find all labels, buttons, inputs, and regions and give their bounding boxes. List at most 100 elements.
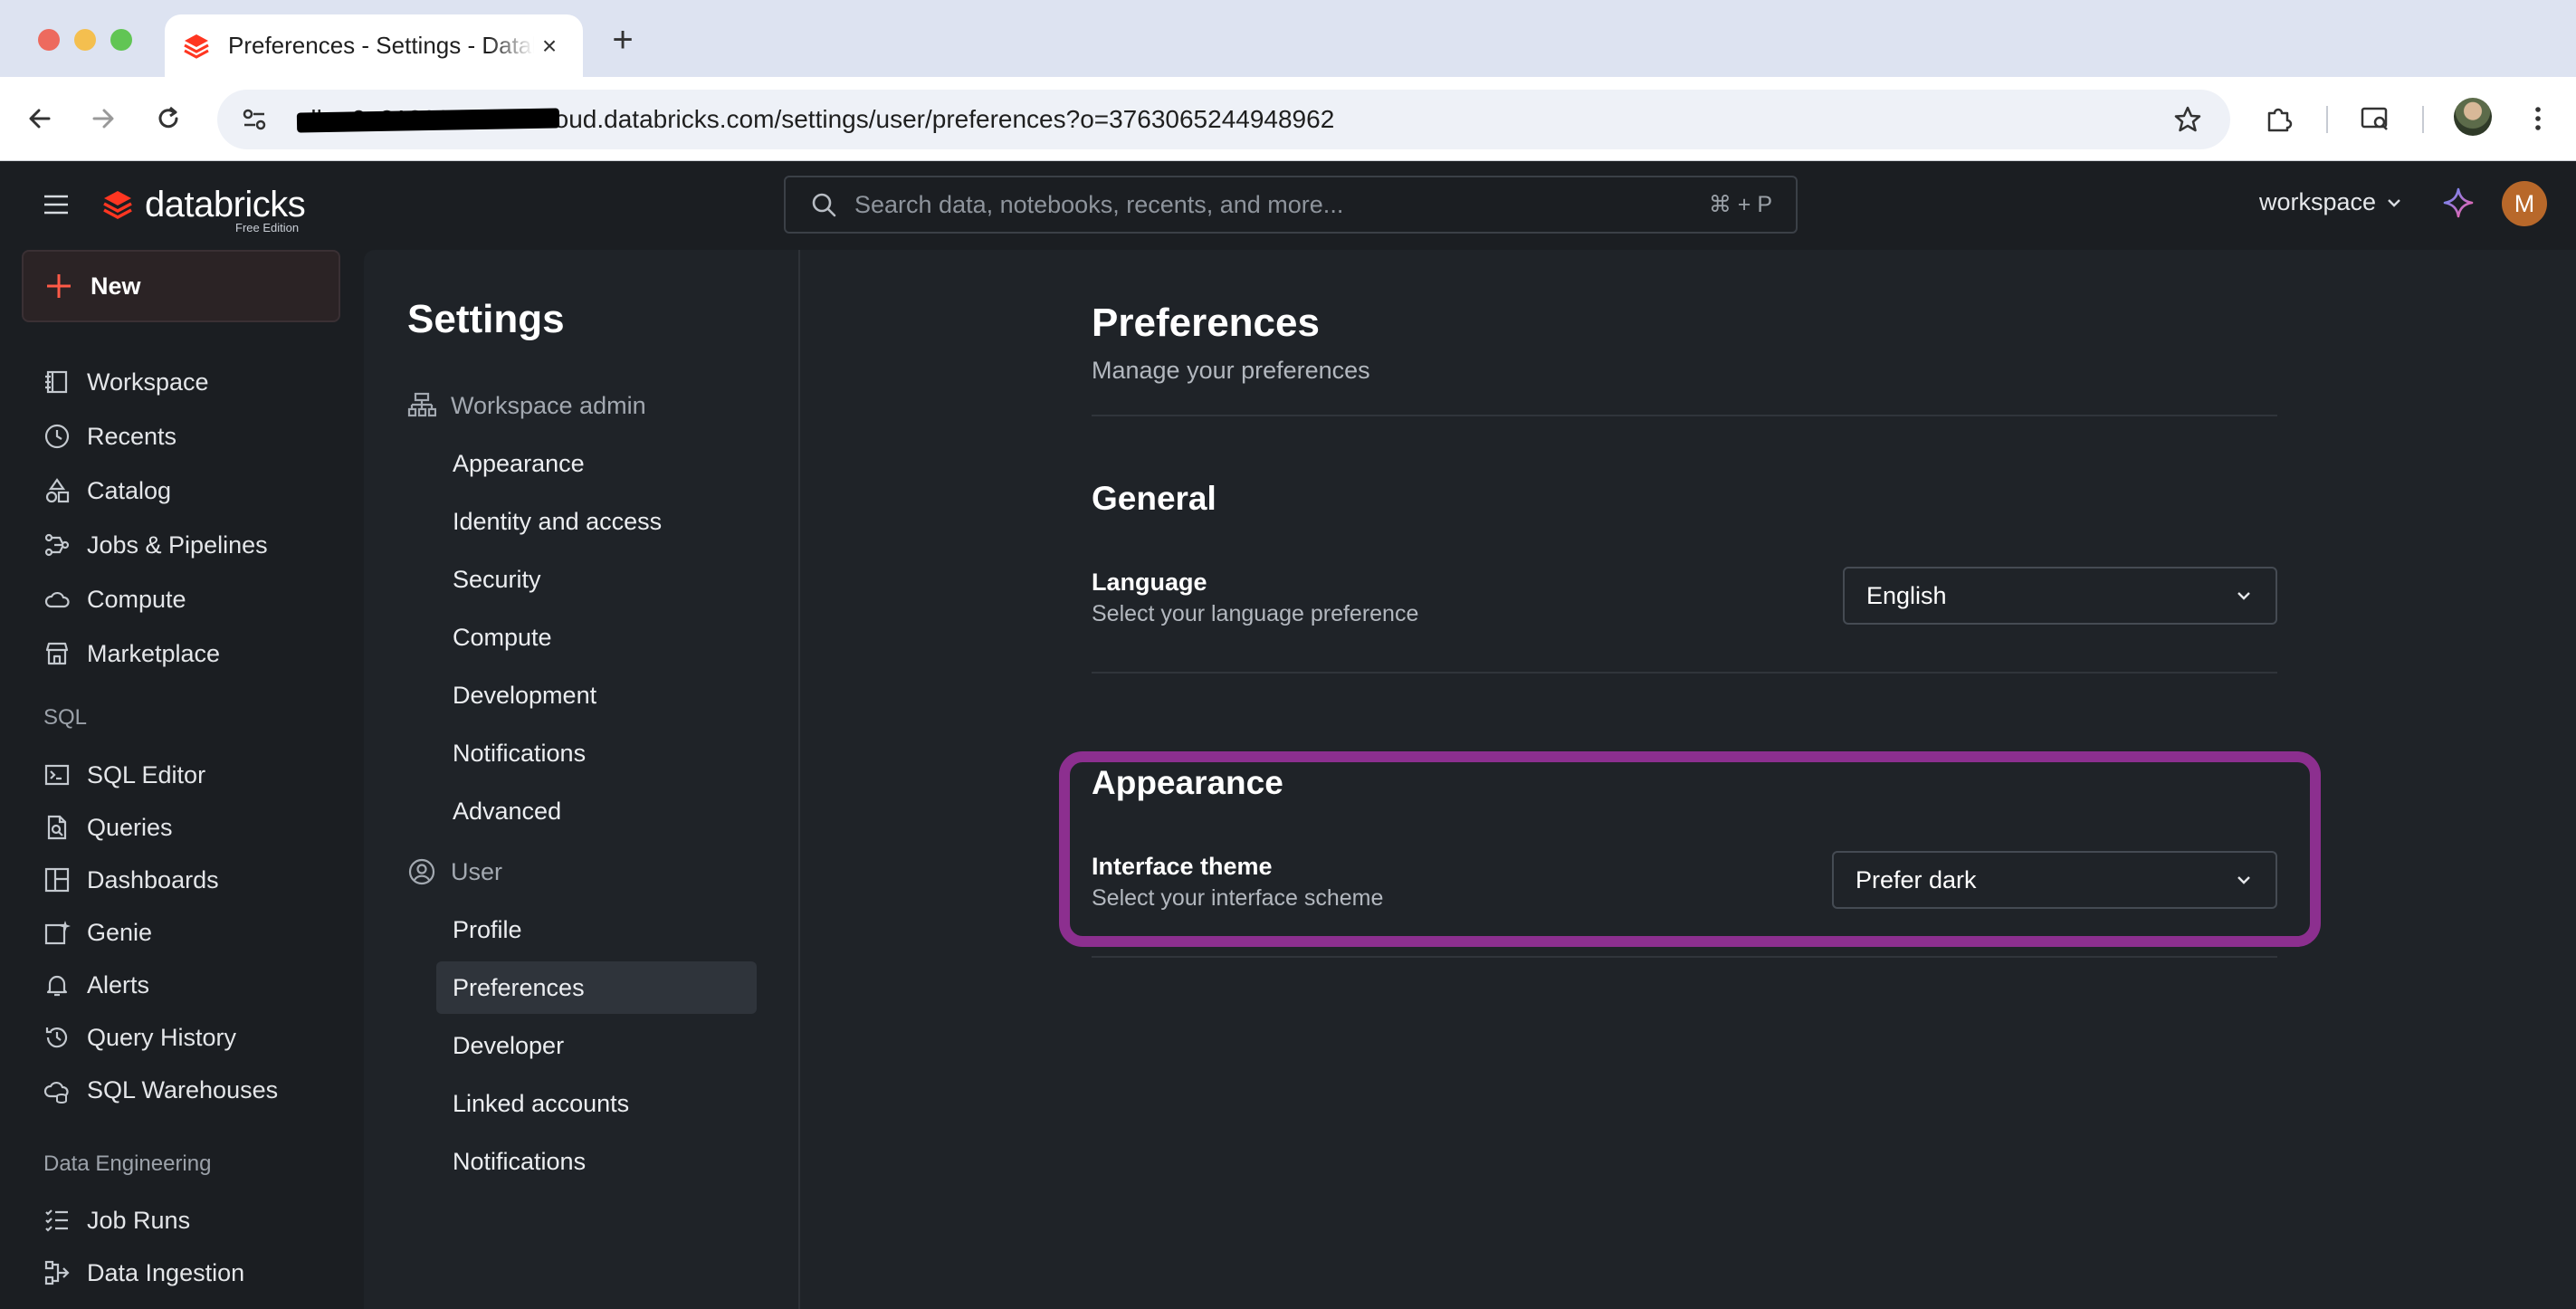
interface-theme-label: Interface theme [1092, 853, 1273, 880]
tab-title: Preferences - Settings - Databricks [228, 32, 534, 59]
browser-tab-active[interactable]: Preferences - Settings - Databricks × [165, 14, 583, 77]
sidebar-item-alerts[interactable]: Alerts [42, 963, 149, 1007]
workspace-label: workspace [2259, 188, 2377, 215]
sidebar-item-sql-warehouses[interactable]: SQL Warehouses [42, 1068, 278, 1112]
workspace-switcher[interactable]: workspace [2259, 188, 2403, 216]
window-minimize-button[interactable] [74, 29, 96, 51]
sidebar-item-label: Job Runs [87, 1206, 191, 1234]
settings-group-workspace-admin: Workspace admin [407, 386, 646, 425]
settings-nav: Settings Workspace admin Appearance Iden… [364, 250, 800, 1309]
language-value: English [1866, 581, 1947, 609]
reload-icon[interactable] [147, 97, 190, 140]
sidebar-item-catalog[interactable]: Catalog [42, 469, 171, 512]
page-title: Preferences [1092, 301, 1320, 345]
sidebar-item-dashboards[interactable]: Dashboards [42, 858, 219, 902]
language-select[interactable]: English [1843, 567, 2277, 625]
cloud-icon [42, 584, 72, 615]
divider [1092, 956, 2277, 958]
sidebar-item-data-ingestion[interactable]: Data Ingestion [42, 1251, 244, 1295]
page-subtitle: Manage your preferences [1092, 357, 1370, 384]
sidebar-item-label: Jobs & Pipelines [87, 530, 268, 559]
divider [1092, 415, 2277, 416]
new-label: New [91, 272, 141, 300]
sidebar-item-recents[interactable]: Recents [42, 415, 177, 458]
left-sidebar: New Workspace Recents Catalog Jobs & Pip… [0, 250, 364, 1309]
assistant-sparkle-icon[interactable] [2442, 186, 2475, 219]
sidebar-item-label: Compute [87, 585, 186, 613]
preferences-main: Preferences Manage your preferences Gene… [800, 250, 2576, 1309]
global-search-input[interactable]: Search data, notebooks, recents, and mor… [784, 176, 1798, 234]
settings-item-developer[interactable]: Developer [436, 1019, 757, 1072]
settings-item-identity-and-access[interactable]: Identity and access [436, 495, 757, 548]
settings-title: Settings [407, 297, 565, 341]
back-arrow-icon[interactable] [18, 97, 62, 140]
window-maximize-button[interactable] [110, 29, 132, 51]
sidebar-item-marketplace[interactable]: Marketplace [42, 632, 220, 675]
clock-icon [42, 421, 72, 452]
window-close-button[interactable] [38, 29, 60, 51]
sidebar-item-jobs-pipelines[interactable]: Jobs & Pipelines [42, 523, 268, 567]
user-circle-icon [407, 857, 436, 886]
settings-item-user-notifications[interactable]: Notifications [436, 1135, 757, 1188]
tab-search-icon[interactable] [2357, 100, 2393, 137]
sidebar-item-label: Marketplace [87, 639, 221, 667]
forward-arrow-icon[interactable] [81, 97, 125, 140]
sidebar-item-compute[interactable]: Compute [42, 578, 186, 621]
sidebar-item-workspace[interactable]: Workspace [42, 360, 209, 404]
databricks-logo[interactable]: databricks [101, 185, 306, 225]
sidebar-item-job-runs[interactable]: Job Runs [42, 1199, 190, 1242]
extensions-puzzle-icon[interactable] [2261, 100, 2297, 137]
settings-item-development[interactable]: Development [436, 669, 757, 721]
catalog-icon [42, 475, 72, 506]
site-settings-icon[interactable] [239, 104, 270, 135]
plus-icon [43, 271, 74, 301]
group-label: User [451, 857, 503, 885]
dashboard-icon [42, 865, 72, 895]
section-title-appearance: Appearance [1092, 764, 1283, 801]
settings-item-notifications[interactable]: Notifications [436, 727, 757, 779]
chevron-down-icon [2234, 870, 2254, 890]
settings-item-appearance[interactable]: Appearance [436, 437, 757, 490]
warehouse-icon [42, 1075, 72, 1105]
sidebar-section-sql: SQL [43, 705, 88, 730]
browser-toolbar: dbc-0a318888-387b.cloud.databricks.com/s… [0, 77, 2576, 161]
interface-theme-select[interactable]: Prefer dark [1832, 851, 2277, 909]
settings-item-linked-accounts[interactable]: Linked accounts [436, 1077, 757, 1130]
interface-theme-value: Prefer dark [1856, 865, 1977, 893]
search-placeholder: Search data, notebooks, recents, and mor… [854, 190, 1344, 218]
browser-profile-avatar[interactable] [2454, 98, 2492, 136]
bookmark-star-icon[interactable] [2172, 104, 2203, 135]
settings-group-user: User [407, 852, 502, 892]
settings-item-preferences[interactable]: Preferences [436, 961, 757, 1014]
sidebar-item-sql-editor[interactable]: SQL Editor [42, 753, 205, 797]
user-avatar[interactable]: M [2502, 181, 2547, 226]
interface-theme-description: Select your interface scheme [1092, 885, 1384, 911]
sidebar-item-query-history[interactable]: Query History [42, 1016, 236, 1059]
settings-item-advanced[interactable]: Advanced [436, 785, 757, 837]
url-path: /settings/user/preferences?o=37630652449… [774, 105, 1335, 133]
query-file-icon [42, 812, 72, 843]
new-button[interactable]: New [22, 250, 340, 322]
address-bar[interactable]: dbc-0a318888-387b.cloud.databricks.com/s… [217, 90, 2230, 149]
sidebar-item-genie[interactable]: Genie [42, 911, 152, 954]
terminal-icon [42, 760, 72, 790]
pipelines-icon [42, 530, 72, 560]
bell-icon [42, 970, 72, 1000]
sidebar-item-label: Data Ingestion [87, 1258, 245, 1286]
settings-item-security[interactable]: Security [436, 553, 757, 606]
sidebar-item-label: Workspace [87, 368, 209, 396]
org-chart-icon [407, 391, 436, 420]
hamburger-menu-icon[interactable] [42, 190, 71, 219]
settings-item-compute[interactable]: Compute [436, 611, 757, 664]
sidebar-item-queries[interactable]: Queries [42, 806, 173, 849]
sidebar-item-label: Genie [87, 918, 153, 946]
new-tab-button[interactable]: + [603, 20, 643, 60]
browser-menu-icon[interactable] [2520, 100, 2556, 137]
ingestion-icon [42, 1257, 72, 1288]
tab-close-icon[interactable]: × [534, 31, 565, 62]
settings-item-profile[interactable]: Profile [436, 903, 757, 956]
sidebar-item-label: Dashboards [87, 865, 219, 893]
list-check-icon [42, 1205, 72, 1236]
chevron-down-icon [2385, 194, 2403, 212]
search-shortcut: ⌘ + P [1708, 192, 1772, 217]
